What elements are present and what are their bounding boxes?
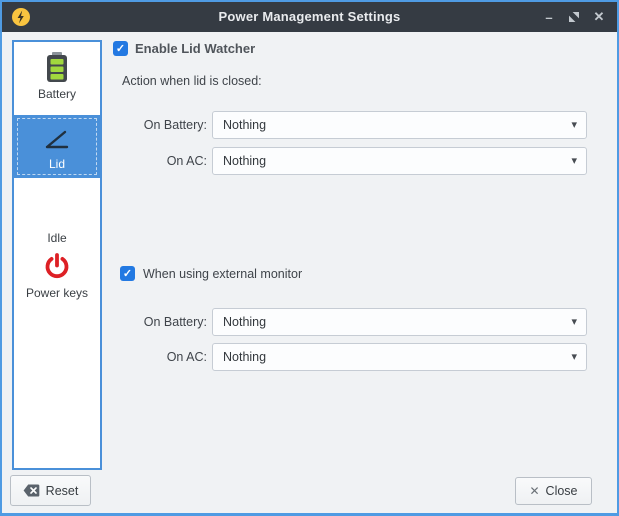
close-button-label: Close [546, 484, 578, 498]
enable-lid-watcher-label: Enable Lid Watcher [135, 41, 255, 56]
sidebar-item-battery[interactable]: Battery [14, 50, 100, 101]
battery-icon [40, 50, 74, 84]
titlebar[interactable]: Power Management Settings – ✕ [2, 2, 617, 32]
lid-on-ac-select[interactable]: Nothing ▾ [212, 147, 587, 175]
ext-on-battery-select[interactable]: Nothing ▾ [212, 308, 587, 336]
backspace-icon [23, 484, 40, 497]
lid-angle-icon [40, 122, 74, 156]
action-when-lid-closed-heading: Action when lid is closed: [122, 74, 262, 88]
lid-on-battery-label: On Battery: [102, 111, 207, 139]
chevron-down-icon: ▾ [571, 118, 577, 131]
sidebar-item-label: Battery [38, 87, 76, 101]
restore-icon [569, 12, 579, 22]
sidebar-item-lid[interactable]: Lid [14, 115, 100, 178]
ext-on-battery-label: On Battery: [102, 308, 207, 336]
external-monitor-label: When using external monitor [143, 267, 302, 281]
chevron-down-icon: ▾ [571, 350, 577, 363]
close-button[interactable]: ✕ Close [515, 477, 592, 505]
close-x-icon: ✕ [529, 484, 539, 498]
window-frame: Power Management Settings – ✕ [2, 2, 617, 513]
close-window-button[interactable]: ✕ [591, 9, 607, 25]
power-icon [40, 249, 74, 283]
restore-button[interactable] [566, 9, 582, 25]
sidebar-item-idle[interactable]: Idle [14, 196, 100, 245]
power-management-window: Power Management Settings – ✕ [0, 0, 619, 516]
sidebar-item-label: Power keys [26, 286, 88, 300]
external-monitor-row: ✓ When using external monitor [120, 266, 302, 281]
ext-on-ac-value: Nothing [223, 350, 266, 364]
chevron-down-icon: ▾ [571, 154, 577, 167]
lid-on-ac-value: Nothing [223, 154, 266, 168]
external-monitor-checkbox[interactable]: ✓ [120, 266, 135, 281]
sidebar-item-power-keys[interactable]: Power keys [14, 249, 100, 300]
chevron-down-icon: ▾ [571, 315, 577, 328]
sidebar-item-label: Idle [47, 231, 66, 245]
window-title: Power Management Settings [2, 2, 617, 32]
category-sidebar: Battery Lid Idle [12, 40, 102, 470]
reset-button[interactable]: Reset [10, 475, 91, 506]
sidebar-item-label: Lid [49, 157, 65, 171]
lid-on-ac-label: On AC: [102, 147, 207, 175]
lid-on-battery-select[interactable]: Nothing ▾ [212, 111, 587, 139]
enable-lid-watcher-checkbox[interactable]: ✓ [113, 41, 128, 56]
lid-on-battery-value: Nothing [223, 118, 266, 132]
minimize-button[interactable]: – [541, 9, 557, 25]
ext-on-ac-select[interactable]: Nothing ▾ [212, 343, 587, 371]
reset-button-label: Reset [46, 484, 79, 498]
enable-lid-watcher-row: ✓ Enable Lid Watcher [113, 41, 255, 56]
ext-on-ac-label: On AC: [102, 343, 207, 371]
ext-on-battery-value: Nothing [223, 315, 266, 329]
